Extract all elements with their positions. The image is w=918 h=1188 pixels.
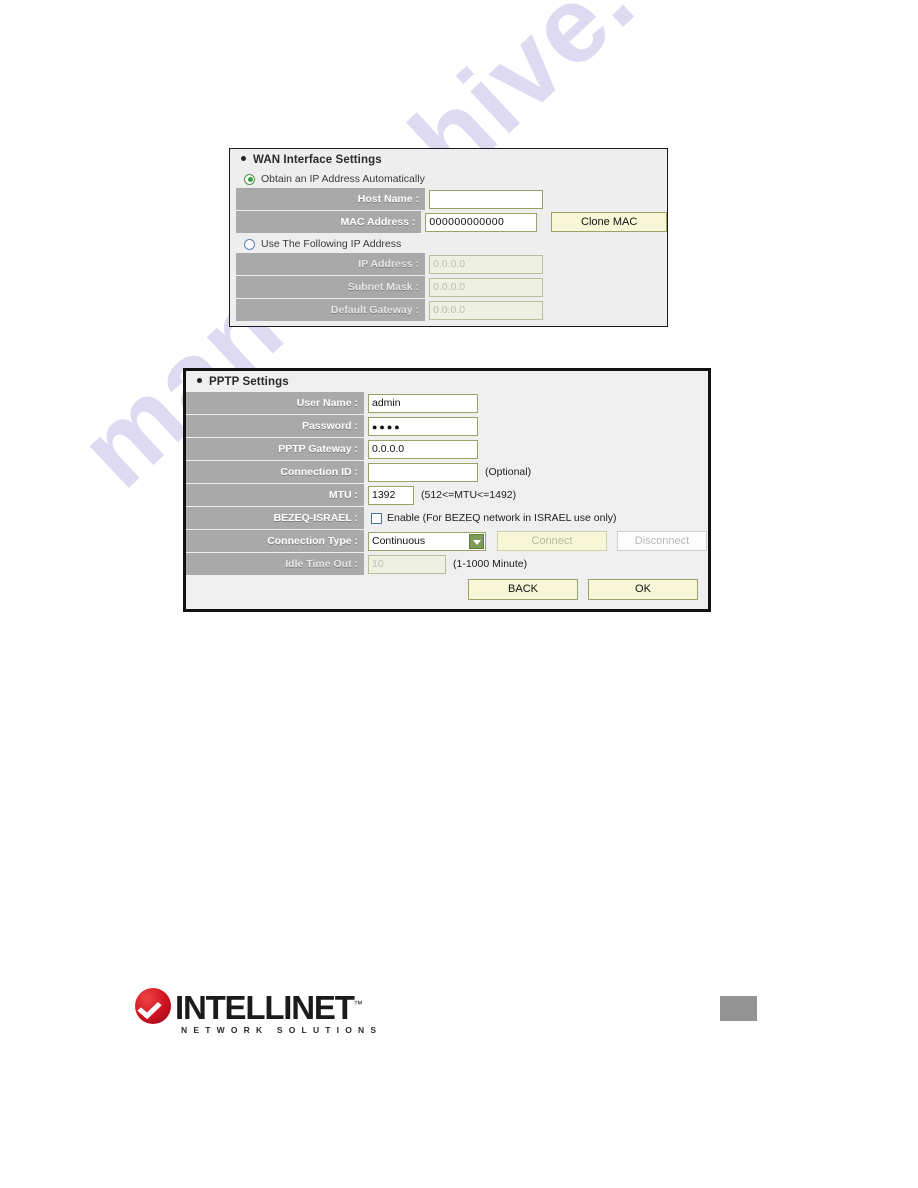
- wan-interface-settings-panel: WAN Interface Settings Obtain an IP Addr…: [229, 148, 668, 327]
- radio-use-following-ip[interactable]: Use The Following IP Address: [230, 235, 667, 253]
- page-number-box: [720, 996, 757, 1021]
- connection-type-select[interactable]: Continuous: [368, 531, 486, 551]
- connection-id-input[interactable]: [368, 462, 478, 482]
- ok-button[interactable]: OK: [588, 579, 698, 600]
- radio-unselected-icon[interactable]: [244, 238, 255, 250]
- pptp-row-password: Password : ●●●●: [186, 415, 708, 437]
- pptp-row-connection-type: Connection Type : Continuous Connect Dis…: [186, 530, 708, 552]
- clone-mac-button[interactable]: Clone MAC: [551, 212, 667, 232]
- default-gateway-label: Default Gateway :: [236, 299, 425, 321]
- user-name-input[interactable]: admin: [368, 393, 478, 413]
- bullet-icon: [197, 378, 202, 384]
- idle-time-out-input[interactable]: 10: [368, 554, 446, 574]
- idle-time-out-label: Idle Time Out :: [186, 553, 364, 575]
- host-name-label: Host Name :: [236, 188, 425, 210]
- disconnect-button[interactable]: Disconnect: [617, 531, 707, 551]
- mtu-label: MTU :: [186, 484, 364, 506]
- pptp-gateway-input[interactable]: 0.0.0.0: [368, 439, 478, 459]
- mac-address-label: MAC Address :: [236, 211, 422, 233]
- idle-time-out-hint: (1-1000 Minute): [453, 558, 528, 570]
- user-name-label: User Name :: [186, 392, 364, 414]
- wan-row-ip-address: IP Address : 0.0.0.0: [236, 253, 667, 275]
- wan-panel-title-text: WAN Interface Settings: [253, 154, 382, 166]
- pptp-row-bezeq-israel: BEZEQ-ISRAEL : Enable (For BEZEQ network…: [186, 507, 708, 529]
- checkmark-icon: [135, 988, 171, 1024]
- mtu-hint: (512<=MTU<=1492): [421, 489, 517, 501]
- brand-wordmark: INTELLINET™: [175, 988, 363, 1024]
- mac-address-input[interactable]: 000000000000: [425, 212, 538, 232]
- subnet-mask-label: Subnet Mask :: [236, 276, 425, 298]
- password-label: Password :: [186, 415, 364, 437]
- wan-panel-title: WAN Interface Settings: [230, 149, 667, 170]
- wan-row-mac-address: MAC Address : 000000000000 Clone MAC: [236, 211, 667, 233]
- connect-button[interactable]: Connect: [497, 531, 607, 551]
- radio-obtain-ip-automatically-label: Obtain an IP Address Automatically: [261, 173, 425, 185]
- radio-obtain-ip-automatically[interactable]: Obtain an IP Address Automatically: [230, 170, 667, 188]
- back-button[interactable]: BACK: [468, 579, 578, 600]
- wan-row-default-gateway: Default Gateway : 0.0.0.0: [236, 299, 667, 321]
- pptp-row-idle-time-out: Idle Time Out : 10 (1-1000 Minute): [186, 553, 708, 575]
- subnet-mask-input[interactable]: 0.0.0.0: [429, 277, 543, 297]
- radio-use-following-ip-label: Use The Following IP Address: [261, 238, 402, 250]
- brand-name: INTELLINET: [175, 989, 355, 1026]
- ip-address-input[interactable]: 0.0.0.0: [429, 254, 543, 274]
- chevron-down-icon[interactable]: [469, 533, 484, 549]
- trademark-symbol: ™: [353, 999, 363, 1009]
- bezeq-enable-checkbox[interactable]: [371, 512, 382, 524]
- host-name-input[interactable]: [429, 189, 543, 209]
- bezeq-israel-label: BEZEQ-ISRAEL :: [186, 507, 364, 529]
- wan-row-subnet-mask: Subnet Mask : 0.0.0.0: [236, 276, 667, 298]
- connection-id-hint: (Optional): [485, 466, 532, 478]
- pptp-row-mtu: MTU : 1392 (512<=MTU<=1492): [186, 484, 708, 506]
- mtu-input[interactable]: 1392: [368, 485, 414, 505]
- connection-type-label: Connection Type :: [186, 530, 364, 552]
- pptp-settings-panel: PPTP Settings User Name : admin Password…: [183, 368, 711, 612]
- default-gateway-input[interactable]: 0.0.0.0: [429, 300, 543, 320]
- ip-address-label: IP Address :: [236, 253, 425, 275]
- bezeq-enable-label: Enable (For BEZEQ network in ISRAEL use …: [387, 512, 617, 524]
- pptp-row-pptp-gateway: PPTP Gateway : 0.0.0.0: [186, 438, 708, 460]
- pptp-panel-title-text: PPTP Settings: [209, 376, 289, 388]
- wan-row-host-name: Host Name :: [236, 188, 667, 210]
- pptp-gateway-label: PPTP Gateway :: [186, 438, 364, 460]
- bullet-icon: [241, 156, 246, 162]
- connection-type-value: Continuous: [372, 534, 426, 547]
- brand-tagline: NETWORK SOLUTIONS: [181, 1025, 383, 1035]
- connection-id-label: Connection ID :: [186, 461, 364, 483]
- pptp-panel-title: PPTP Settings: [186, 371, 708, 392]
- intellinet-logo: INTELLINET™ NETWORK SOLUTIONS: [135, 988, 382, 1035]
- radio-selected-icon[interactable]: [244, 173, 255, 185]
- pptp-row-connection-id: Connection ID : (Optional): [186, 461, 708, 483]
- pptp-row-user-name: User Name : admin: [186, 392, 708, 414]
- pptp-action-buttons: BACK OK: [468, 579, 698, 600]
- password-input[interactable]: ●●●●: [368, 416, 478, 436]
